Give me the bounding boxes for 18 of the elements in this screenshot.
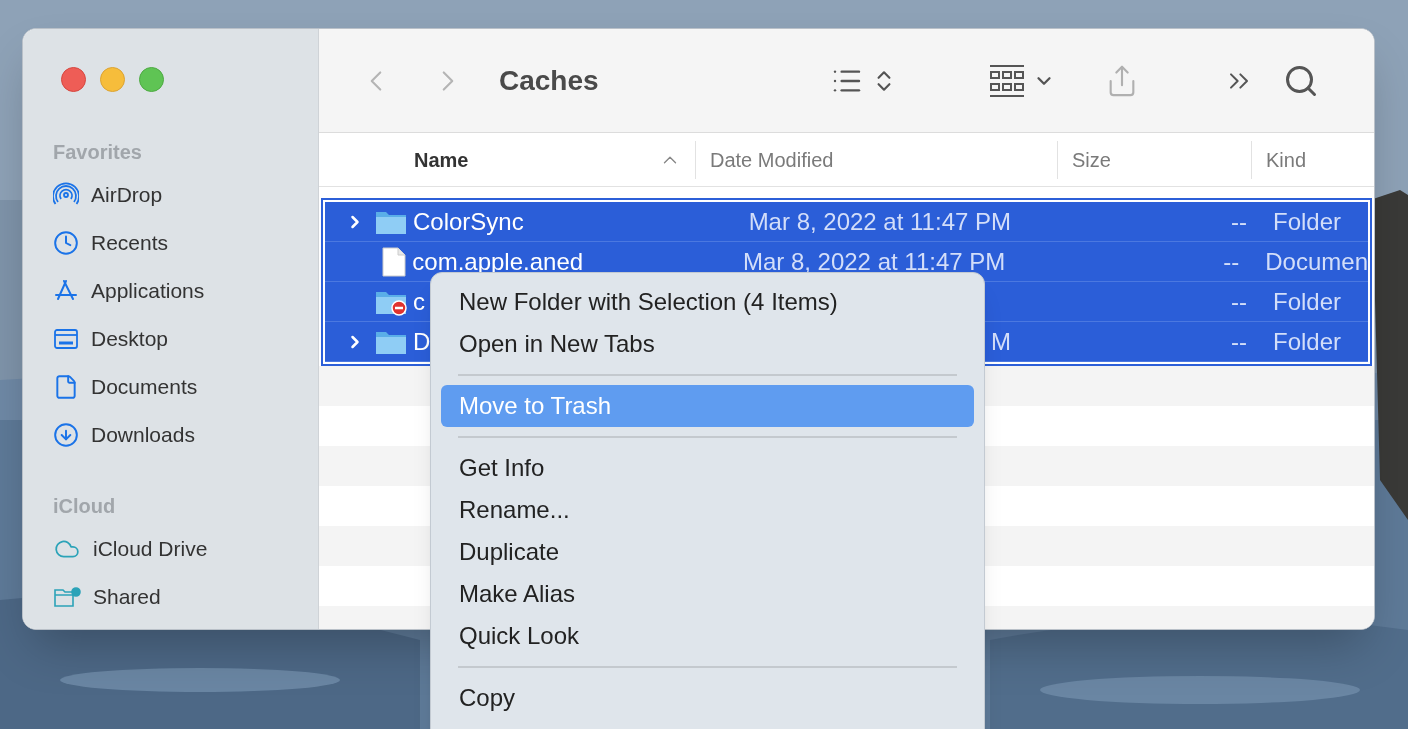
date-modified: M	[991, 326, 1011, 357]
file-kind: Folder	[1273, 206, 1342, 237]
file-name: c	[413, 286, 425, 317]
sidebar-heading: iCloud	[53, 494, 117, 519]
file-name: D	[413, 326, 431, 357]
file-kind: Documen	[1265, 246, 1368, 277]
file-name: com.apple.aned	[412, 246, 584, 277]
file-name: ColorSync	[413, 206, 524, 237]
window-title: Caches	[499, 63, 599, 98]
date-modified: Mar 8, 2022 at 11:47 PM	[742, 246, 1006, 277]
file-size: --	[1231, 326, 1247, 357]
file-size: --	[1223, 246, 1240, 277]
date-modified: Mar 8, 2022 at 11:47 PM	[748, 206, 1011, 237]
file-size: --	[1231, 286, 1247, 317]
file-kind: Folder	[1273, 326, 1342, 357]
file-size: --	[1231, 206, 1247, 237]
sidebar-heading: Favorites	[53, 140, 143, 165]
file-kind: Folder	[1273, 286, 1342, 317]
